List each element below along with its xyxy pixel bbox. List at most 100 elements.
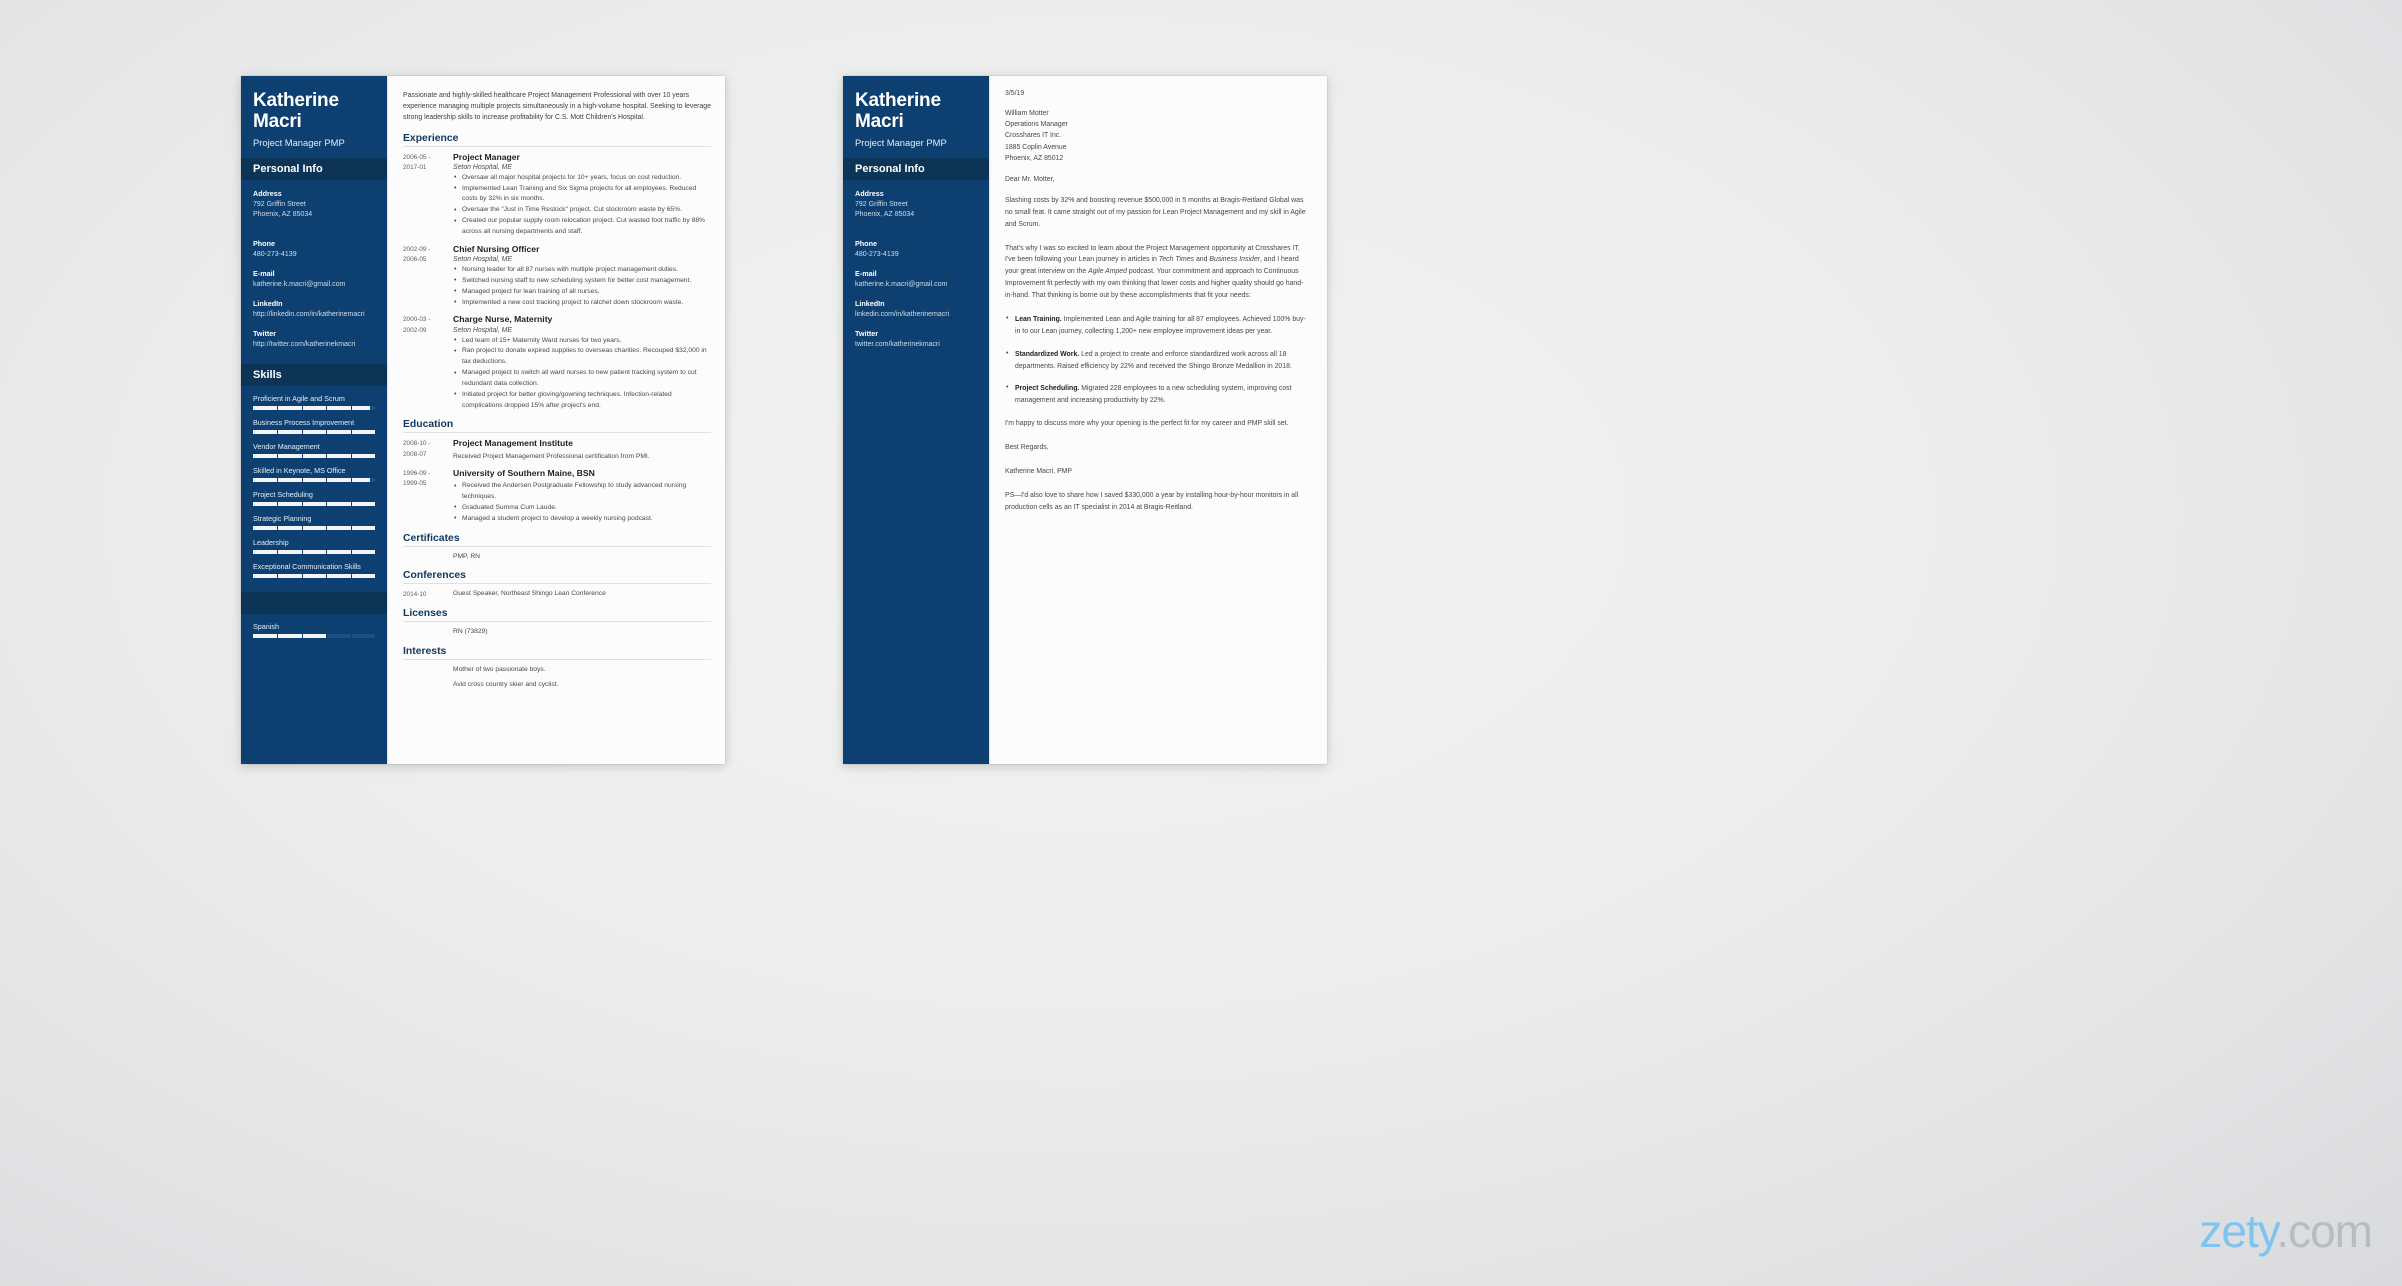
entry-bullet: Switched nursing staff to new scheduling… <box>453 275 711 287</box>
languages-band <box>241 592 387 615</box>
skills-list: Proficient in Agile and Scrum Business Pr… <box>253 394 375 579</box>
section-rule <box>403 659 711 661</box>
entry-date: 2008-10 -2008-07 <box>403 440 431 458</box>
entry-bullet: Initiated project for better gloving/gow… <box>453 389 711 412</box>
skill-item: Exceptional Communication Skills <box>253 562 375 579</box>
letter-signature: Katherine Macri, PMP <box>1005 467 1073 475</box>
experience-list: 2006-05 -2017-01 Project Manager Seton Hos… <box>403 152 711 412</box>
language-item: Spanish <box>253 622 375 639</box>
candidate-first-name: Katherine <box>855 90 941 111</box>
skill-bar-ticks <box>253 406 375 411</box>
contact-label: E-mail <box>855 268 877 278</box>
entry-bullet-list: Led team of 15+ Maternity Ward nurses fo… <box>453 335 711 412</box>
section-title-education: Education <box>403 419 454 431</box>
skill-bar-track <box>253 430 375 435</box>
simple-row: 2014-10 Guest Speaker, Northeast Shingo L… <box>403 589 711 600</box>
letter-sign-off: Best Regards, <box>1005 444 1049 452</box>
candidate-last-name: Macri <box>253 111 302 133</box>
simple-row-date <box>403 552 453 563</box>
personal-info-fields: Address 792 Griffin Street Phoenix, AZ 8… <box>253 189 375 351</box>
skill-bar-ticks <box>253 502 375 507</box>
skill-name: Proficient in Agile and Scrum <box>253 394 345 404</box>
candidate-name: Katherine Macri <box>253 90 375 133</box>
entry-date: 1996-09 -1999-05 <box>403 469 431 488</box>
contact-label: Address <box>253 188 282 198</box>
skill-name: Project Scheduling <box>253 490 313 500</box>
recipient-street: 1885 Coplin Avenue <box>1005 143 1067 151</box>
zety-tld: .com <box>2276 1205 2373 1257</box>
letter-bullet-lead: Lean Training. <box>1015 315 1062 323</box>
entry-bullet: Led team of 15+ Maternity Ward nurses fo… <box>453 335 711 347</box>
licenses-list: RN (73829) <box>403 627 711 638</box>
para2-part2: and <box>1194 256 1210 264</box>
skill-name: Strategic Planning <box>253 514 312 524</box>
contact-value: katherine.k.macri@gmail.com <box>253 280 346 288</box>
education-list: 2008-10 -2008-07 Project Management Insti… <box>403 438 711 524</box>
letter-bullet: Standardized Work. Led a project to crea… <box>1005 348 1309 373</box>
contact-value: 480-273-4139 <box>855 250 899 258</box>
simple-row-text: Avid cross country skier and cyclist. <box>453 680 559 688</box>
entry-bullet-list: Nursing leader for all 87 nurses with mu… <box>453 264 711 308</box>
entry-bullet-list: Oversaw all major hospital projects for … <box>453 172 711 238</box>
simple-row-text: Mother of two passionate boys. <box>453 666 546 674</box>
recipient-city-state-zip: Phoenix, AZ 85012 <box>1005 154 1064 162</box>
section-rule <box>403 621 711 623</box>
section-title-experience: Experience <box>403 132 459 144</box>
skill-bar-ticks <box>253 454 375 459</box>
contact-field-linkedin[interactable]: LinkedIn http://linkedin.com/in/katherin… <box>253 299 375 320</box>
letter-paragraph-1: Slashing costs by 32% and boosting reven… <box>1005 196 1306 228</box>
letter-salutation: Dear Mr. Motter, <box>1005 175 1055 183</box>
skill-bar-track <box>253 454 375 459</box>
contact-field-twitter[interactable]: Twitter twitter.com/katherinekmacri <box>855 329 977 350</box>
contact-value[interactable]: http://linkedin.com/in/katherinemacri <box>253 310 375 320</box>
contact-label: LinkedIn <box>253 299 283 309</box>
skill-bar-ticks <box>253 430 375 435</box>
skill-bar-ticks <box>253 526 375 531</box>
resume-sidebar: Katherine Macri Project Manager PMP Pers… <box>241 76 387 764</box>
para2-publication-2: Business Insider <box>1209 256 1260 264</box>
contact-field-linkedin[interactable]: LinkedIn linkedin.com/in/katherinemacri <box>855 299 977 320</box>
entry-organization: Seton Hospital, ME <box>453 163 512 171</box>
contact-label: LinkedIn <box>855 299 885 309</box>
letter-bullet: Project Scheduling. Migrated 228 employe… <box>1005 382 1309 407</box>
certificates-list: PMP, RN <box>403 552 711 563</box>
simple-row-date <box>403 627 453 638</box>
entry-date: 2000-03 -2002-09 <box>403 316 431 334</box>
skill-bar-track <box>253 406 375 411</box>
simple-row-date <box>403 665 453 676</box>
simple-row: PMP, RN <box>403 552 711 563</box>
skill-bar-ticks <box>253 574 375 579</box>
section-rule <box>403 145 711 147</box>
entry-body: University of Southern Maine, BSN Receive… <box>453 468 711 525</box>
conferences-list: 2014-10 Guest Speaker, Northeast Shingo L… <box>403 589 711 600</box>
skill-item: Business Process Improvement <box>253 418 375 435</box>
contact-field-twitter[interactable]: Twitter http://twitter.com/katherinekmac… <box>253 329 375 350</box>
language-name: Spanish <box>253 622 279 632</box>
skill-bar-ticks <box>253 550 375 555</box>
entry-bullet: Oversaw all major hospital projects for … <box>453 172 711 184</box>
skill-item: Project Scheduling <box>253 490 375 507</box>
contact-label: Address <box>855 188 884 198</box>
entry-role: Project Manager <box>453 151 520 162</box>
contact-value[interactable]: http://twitter.com/katherinekmacri <box>253 340 375 350</box>
simple-row-text: RN (73829) <box>453 628 488 636</box>
cover-letter-body: 3/5/19 William Motter Operations Manager… <box>989 76 1327 764</box>
para2-publication-1: Tech Times <box>1158 256 1195 264</box>
skill-item: Skilled in Keynote, MS Office <box>253 466 375 483</box>
cover-letter-sidebar: Katherine Macri Project Manager PMP Pers… <box>843 76 989 764</box>
contact-value[interactable]: twitter.com/katherinekmacri <box>855 340 977 350</box>
contact-field-email: E-mail katherine.k.macri@gmail.com <box>855 269 977 290</box>
contact-field-email: E-mail katherine.k.macri@gmail.com <box>253 269 375 290</box>
contact-value: katherine.k.macri@gmail.com <box>855 280 948 288</box>
section-title-conferences: Conferences <box>403 570 466 582</box>
section-rule <box>403 545 711 547</box>
resume-entry: 1996-09 -1999-05 University of Southern M… <box>403 468 711 525</box>
contact-field-address: Address 792 Griffin Street Phoenix, AZ 8… <box>855 189 977 220</box>
para2-podcast: Agile Amped <box>1088 268 1127 276</box>
skill-name: Leadership <box>253 538 289 548</box>
skill-bar-track <box>253 574 375 579</box>
contact-label: Phone <box>253 238 275 248</box>
entry-bullet: Graduated Summa Cum Laude. <box>453 502 711 514</box>
contact-value[interactable]: linkedin.com/in/katherinemacri <box>855 310 977 320</box>
skill-bar-track <box>253 526 375 531</box>
